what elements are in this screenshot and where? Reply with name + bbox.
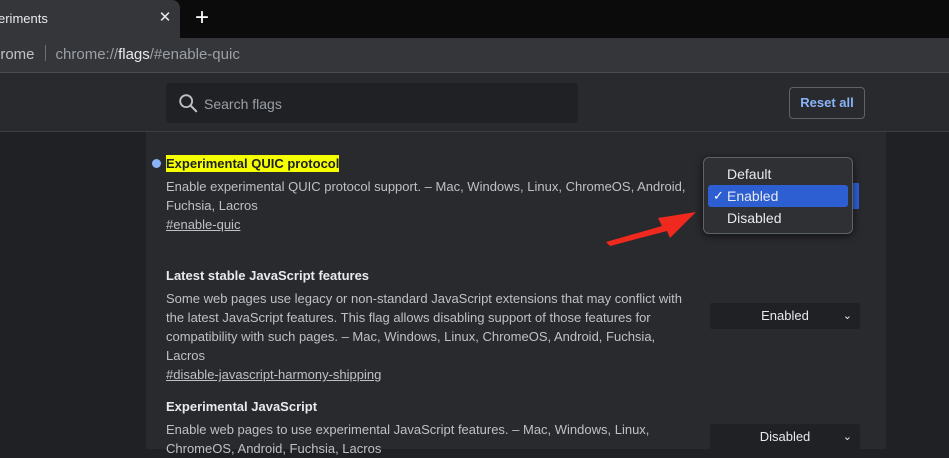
search-highlight: Experimental QUIC protocol (166, 155, 340, 172)
option-enabled[interactable]: ✓ Enabled (708, 185, 848, 207)
url-scheme: chrome:// (55, 46, 119, 63)
tab-strip: eriments ✕ + (0, 0, 949, 38)
flag-title: Latest stable JavaScript features (166, 268, 370, 283)
address-divider (44, 45, 46, 61)
flag-select[interactable]: Disabled ⌄ (710, 424, 860, 450)
reset-all-button[interactable]: Reset all (789, 87, 865, 119)
plus-icon[interactable]: + (190, 6, 214, 30)
tab-title: eriments (0, 11, 48, 26)
modified-indicator-dot (152, 159, 161, 168)
flag-select[interactable]: Enabled ⌄ (710, 303, 860, 329)
flag-item-javascript-harmony: Latest stable JavaScript features Some w… (166, 268, 696, 382)
browser-tab[interactable]: eriments ✕ (0, 0, 180, 38)
flag-description: Some web pages use legacy or non-standar… (166, 291, 682, 363)
check-icon: ✓ (713, 188, 724, 203)
address-bar[interactable]: hrome chrome://flags/#enable-quic (0, 45, 240, 63)
flags-header: Reset all (0, 73, 949, 132)
chevron-down-icon: ⌄ (842, 310, 852, 322)
select-value: Disabled (759, 429, 811, 444)
browser-toolbar: hrome chrome://flags/#enable-quic (0, 38, 949, 73)
option-default[interactable]: Default (708, 163, 848, 185)
annotation-arrow-icon (606, 212, 696, 246)
select-edge (852, 183, 859, 209)
site-chip: hrome (0, 46, 35, 63)
close-icon[interactable]: ✕ (156, 9, 174, 27)
search-input[interactable] (202, 83, 566, 125)
flag-description: Enable web pages to use experimental Jav… (166, 422, 650, 456)
search-icon (179, 94, 198, 113)
flag-title: Experimental QUIC protocol (166, 155, 696, 172)
dropdown-menu: Default ✓ Enabled Disabled (703, 157, 853, 234)
flag-title: Experimental JavaScript (166, 399, 318, 414)
flag-link[interactable]: #disable-javascript-harmony-shipping (166, 367, 696, 382)
chevron-down-icon: ⌄ (842, 431, 852, 443)
search-box[interactable] (166, 83, 578, 125)
url-path: /#enable-quic (149, 46, 240, 63)
flag-item-experimental-javascript: Experimental JavaScript Enable web pages… (166, 399, 696, 458)
url-host: flags (118, 46, 150, 63)
option-label: Enabled (727, 188, 779, 204)
select-value: Enabled (761, 308, 809, 323)
option-disabled[interactable]: Disabled (708, 207, 848, 229)
